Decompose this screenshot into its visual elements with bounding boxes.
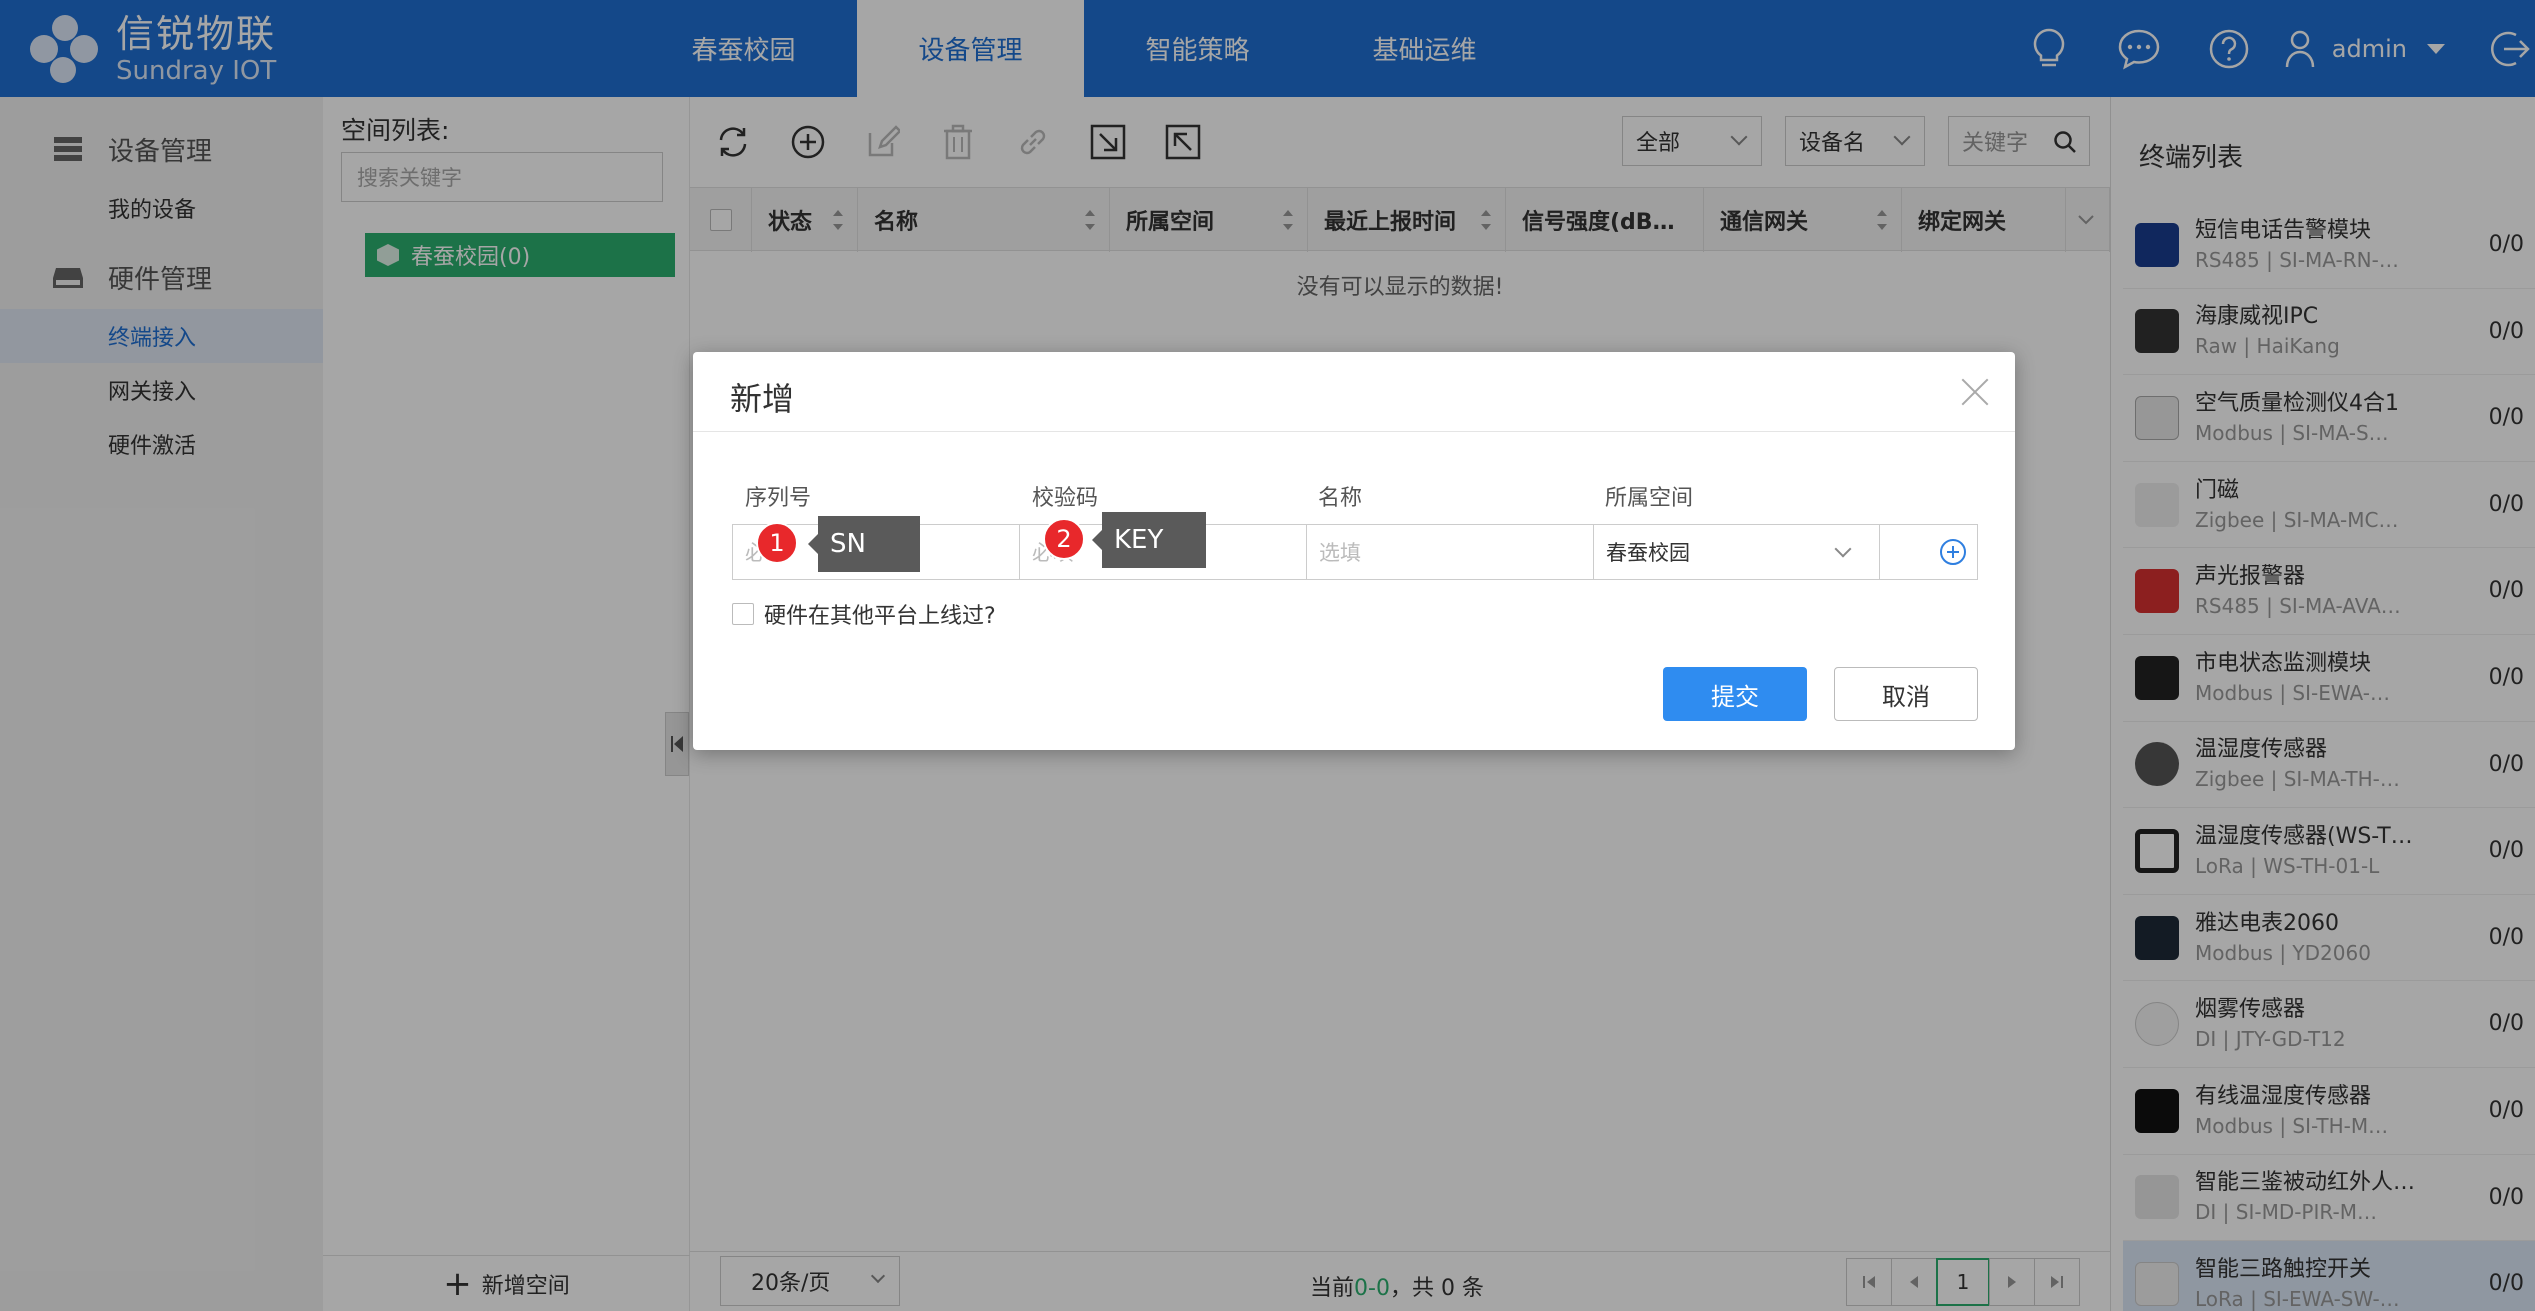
close-icon[interactable] (1955, 372, 1995, 412)
space-label: 所属空间 (1605, 486, 1694, 511)
add-row-cell (1880, 525, 1977, 579)
name-label: 名称 (1318, 486, 1363, 511)
other-platform-checkbox[interactable] (732, 603, 754, 625)
chevron-down-icon (1834, 540, 1852, 558)
other-platform-checkbox-row[interactable]: 硬件在其他平台上线过? (732, 598, 996, 630)
space-select-value: 春蚕校园 (1606, 541, 1690, 565)
dialog-header: 新增 (693, 352, 2015, 432)
annotation-tag-sn: SN (808, 516, 920, 572)
sn-label: 序列号 (745, 486, 812, 511)
annotation-tag-key: KEY (1092, 512, 1206, 568)
submit-button[interactable]: 提交 (1663, 667, 1807, 721)
key-label: 校验码 (1032, 486, 1099, 511)
add-row-icon[interactable] (1940, 539, 1966, 565)
annotation-marker-2: 2 (1043, 518, 1085, 560)
space-select[interactable]: 春蚕校园 (1594, 525, 1880, 579)
dialog-title: 新增 (730, 380, 795, 418)
annotation-marker-1: 1 (756, 522, 798, 564)
cancel-button[interactable]: 取消 (1834, 667, 1978, 721)
other-platform-checkbox-label: 硬件在其他平台上线过? (764, 604, 996, 629)
name-input[interactable]: 选填 (1307, 525, 1594, 579)
